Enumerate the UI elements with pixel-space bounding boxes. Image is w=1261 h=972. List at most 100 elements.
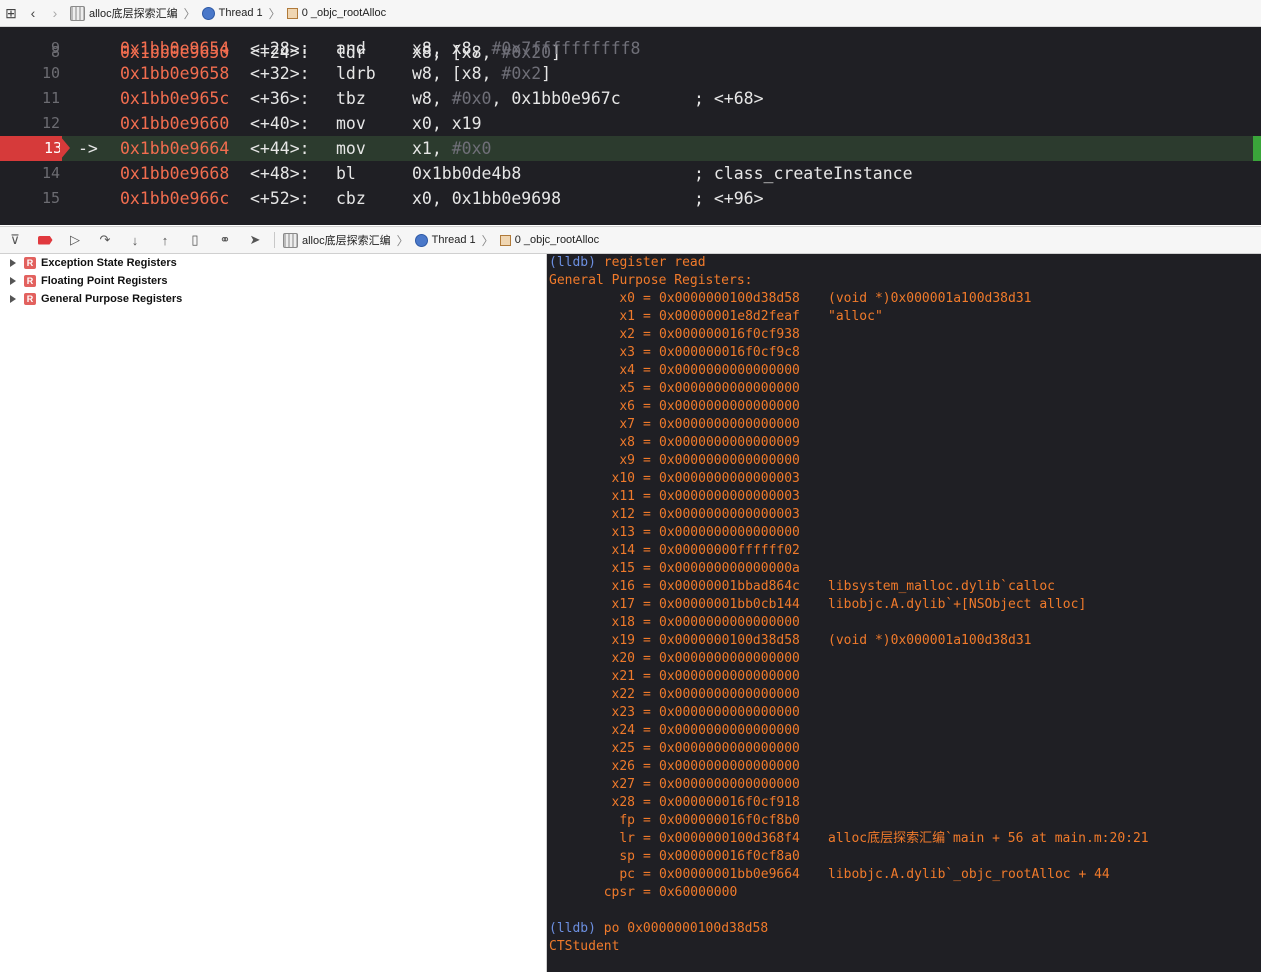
disassembly-row-current[interactable]: 13 -> 0x1bb0e9664 <+44>: mov x1, #0x0 bbox=[0, 136, 1261, 161]
breadcrumb-separator: 〉 bbox=[481, 233, 494, 248]
variable-group-row[interactable]: R Floating Point Registers bbox=[0, 272, 546, 290]
disassembly-row[interactable]: 11 0x1bb0e965c <+36>: tbz w8, #0x0, 0x1bb0e9… bbox=[0, 86, 1261, 111]
disassembly-row[interactable]: 15 0x1bb0e966c <+52>: cbz x0, 0x1bb0e9698 ; <… bbox=[0, 186, 1261, 211]
disclosure-triangle-icon[interactable] bbox=[10, 259, 16, 267]
instruction-address: 0x1bb0e9660 bbox=[120, 114, 230, 133]
instruction-offset: <+40>: bbox=[250, 114, 310, 133]
instruction-operands: w8, [x8, #0x2] bbox=[412, 64, 552, 83]
register-value: 0x00000001bb0cb144 bbox=[659, 597, 800, 612]
register-value: 0x0000000000000000 bbox=[659, 777, 800, 792]
debug-breadcrumb-project[interactable]: alloc底层探索汇编 bbox=[302, 232, 391, 248]
simulate-location-button[interactable]: ➤ bbox=[240, 229, 270, 251]
instruction-offset: <+52>: bbox=[250, 189, 310, 208]
register-value: 0x0000000000000003 bbox=[659, 489, 800, 504]
line-number[interactable]: 14 bbox=[0, 161, 60, 186]
forward-arrow-icon[interactable]: › bbox=[44, 2, 66, 24]
equals-sign: = bbox=[643, 687, 651, 702]
register-value: 0x0000000000000000 bbox=[659, 723, 800, 738]
breadcrumb-thread[interactable]: Thread 1 bbox=[219, 7, 263, 19]
disassembly-row[interactable]: 10 0x1bb0e9658 <+32>: ldrb w8, [x8, #0x2] bbox=[0, 61, 1261, 86]
instruction-address: 0x1bb0e966c bbox=[120, 189, 230, 208]
register-name: x18 bbox=[611, 615, 635, 630]
register-line: x14 = 0x00000000ffffff02 bbox=[549, 542, 1249, 560]
breadcrumb-separator: 〉 bbox=[268, 6, 281, 21]
breakpoints-toggle-button[interactable] bbox=[30, 229, 60, 251]
register-line: x5 = 0x0000000000000000 bbox=[549, 380, 1249, 398]
register-value: 0x0000000000000000 bbox=[659, 669, 800, 684]
line-number[interactable]: 15 bbox=[0, 186, 60, 211]
instruction-operands: x0, x19 bbox=[412, 114, 482, 133]
line-number[interactable]: 10 bbox=[0, 61, 60, 86]
breadcrumb-separator: 〉 bbox=[183, 6, 196, 21]
disassembly-row[interactable]: 9 0x1bb0e9654 <+28>: and x8, x8, #0x7fffffff… bbox=[0, 36, 1261, 61]
register-name: x4 bbox=[619, 363, 635, 378]
equals-sign: = bbox=[643, 381, 651, 396]
variable-group-row[interactable]: R General Purpose Registers bbox=[0, 290, 546, 308]
register-value: 0x0000000100d38d58 bbox=[659, 291, 800, 306]
line-number[interactable]: 11 bbox=[0, 86, 60, 111]
register-name: x12 bbox=[611, 507, 635, 522]
equals-sign: = bbox=[643, 795, 651, 810]
back-arrow-icon[interactable]: ‹ bbox=[22, 2, 44, 24]
variable-group-row[interactable]: R Exception State Registers bbox=[0, 254, 546, 272]
equals-sign: = bbox=[643, 345, 651, 360]
line-number[interactable]: 12 bbox=[0, 111, 60, 136]
step-over-button[interactable]: ↷ bbox=[90, 229, 120, 251]
equals-sign: = bbox=[643, 651, 651, 666]
instruction-address: 0x1bb0e9658 bbox=[120, 64, 230, 83]
instruction-operands: x0, 0x1bb0e9698 bbox=[412, 189, 562, 208]
instruction-opcode: mov bbox=[336, 114, 366, 133]
register-line: x18 = 0x0000000000000000 bbox=[549, 614, 1249, 632]
step-into-button[interactable]: ↓ bbox=[120, 229, 150, 251]
register-name: x28 bbox=[611, 795, 635, 810]
register-line: x23 = 0x0000000000000000 bbox=[549, 704, 1249, 722]
equals-sign: = bbox=[643, 831, 651, 846]
register-name: x5 bbox=[619, 381, 635, 396]
instruction-comment: ; <+96> bbox=[694, 189, 764, 208]
hide-debug-area-button[interactable]: ⊽ bbox=[0, 229, 30, 251]
register-line: x22 = 0x0000000000000000 bbox=[549, 686, 1249, 704]
instruction-comment: ; class_createInstance bbox=[694, 164, 913, 183]
view-hierarchy-button[interactable]: ▯ bbox=[180, 229, 210, 251]
debug-breadcrumb-frame[interactable]: 0 _objc_rootAlloc bbox=[515, 234, 599, 246]
continue-button[interactable]: ▷ bbox=[60, 229, 90, 251]
pc-arrow: -> bbox=[78, 139, 98, 158]
register-line: x28 = 0x000000016f0cf918 bbox=[549, 794, 1249, 812]
instruction-opcode: cbz bbox=[336, 189, 366, 208]
line-number[interactable]: 9 bbox=[0, 36, 60, 61]
grid-icon[interactable]: ⊞ bbox=[0, 2, 22, 24]
line-number[interactable]: 13 bbox=[0, 136, 62, 161]
register-line: x4 = 0x0000000000000000 bbox=[549, 362, 1249, 380]
register-value: 0x0000000000000000 bbox=[659, 615, 800, 630]
register-line: x3 = 0x000000016f0cf9c8 bbox=[549, 344, 1249, 362]
register-name: x26 bbox=[611, 759, 635, 774]
register-name: x7 bbox=[619, 417, 635, 432]
disclosure-triangle-icon[interactable] bbox=[10, 295, 16, 303]
variable-group-label: General Purpose Registers bbox=[41, 293, 183, 305]
equals-sign: = bbox=[643, 615, 651, 630]
register-line: x2 = 0x000000016f0cf938 bbox=[549, 326, 1249, 344]
register-value: 0x000000000000000a bbox=[659, 561, 800, 576]
step-out-button[interactable]: ↑ bbox=[150, 229, 180, 251]
equals-sign: = bbox=[643, 597, 651, 612]
instruction-opcode: and bbox=[336, 39, 366, 58]
breakpoint-flag-icon[interactable] bbox=[60, 136, 70, 160]
memory-graph-button[interactable]: ⚭ bbox=[210, 229, 240, 251]
equals-sign: = bbox=[643, 705, 651, 720]
disassembly-row[interactable]: 12 0x1bb0e9660 <+40>: mov x0, x19 bbox=[0, 111, 1261, 136]
disclosure-triangle-icon[interactable] bbox=[10, 277, 16, 285]
disassembly-editor[interactable]: 8 0x1bb0e9650 <+24>: ldr x8, [x8, #0x20] 9 0x… bbox=[0, 27, 1261, 225]
register-line: x25 = 0x0000000000000000 bbox=[549, 740, 1249, 758]
register-line: x12 = 0x0000000000000003 bbox=[549, 506, 1249, 524]
instruction-address: 0x1bb0e9664 bbox=[120, 139, 230, 158]
debug-bar: ⊽ ▷ ↷ ↓ ↑ ▯ ⚭ ➤ alloc底层探索汇编 〉 Thread 1 〉… bbox=[0, 226, 1261, 254]
register-value: 0x0000000000000000 bbox=[659, 381, 800, 396]
breadcrumb-frame[interactable]: 0 _objc_rootAlloc bbox=[302, 7, 386, 19]
equals-sign: = bbox=[643, 309, 651, 324]
lldb-console[interactable]: (lldb) register read General Purpose Reg… bbox=[547, 254, 1261, 972]
debug-breadcrumb-thread[interactable]: Thread 1 bbox=[432, 234, 476, 246]
register-value: 0x00000001e8d2feaf bbox=[659, 309, 800, 324]
register-description: alloc底层探索汇编`main + 56 at main.m:20:21 bbox=[828, 831, 1149, 846]
breadcrumb-project[interactable]: alloc底层探索汇编 bbox=[89, 5, 178, 21]
disassembly-row[interactable]: 14 0x1bb0e9668 <+48>: bl 0x1bb0de4b8 ; class_… bbox=[0, 161, 1261, 186]
